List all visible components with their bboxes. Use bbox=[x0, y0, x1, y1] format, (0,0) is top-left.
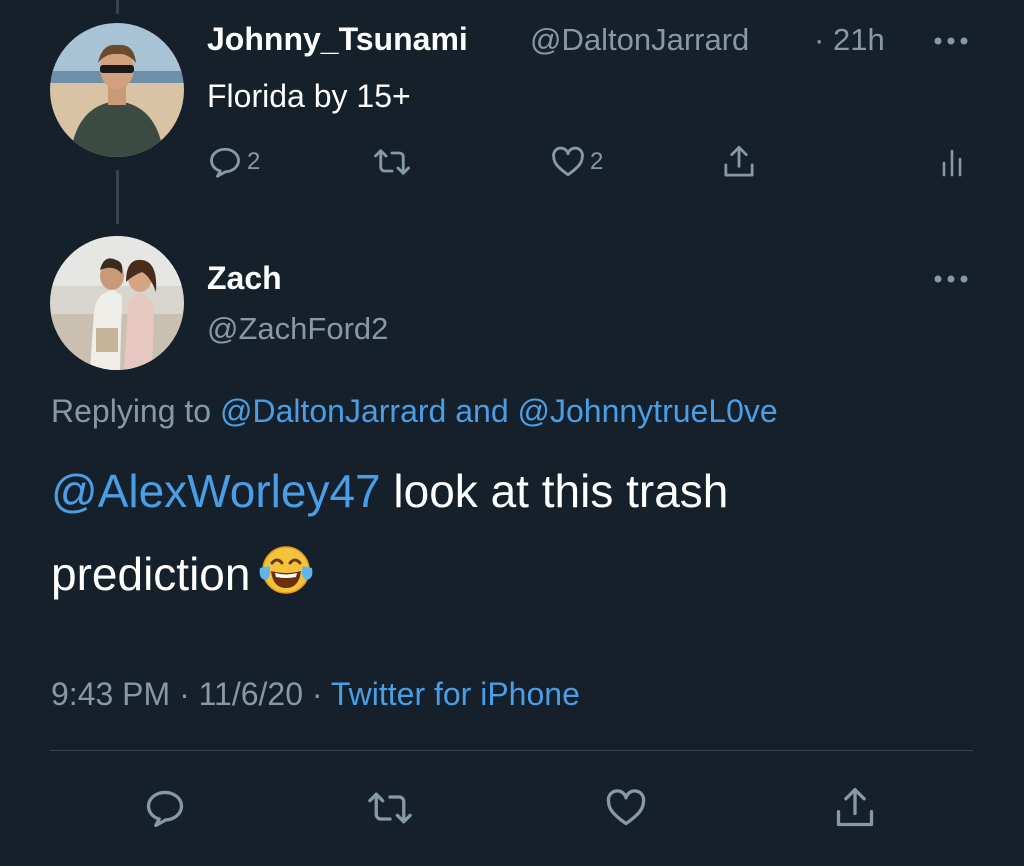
parent-reply-button[interactable]: 2 bbox=[207, 144, 260, 180]
tweet-meta-line: 9:43 PM · 11/6/20 · Twitter for iPhone bbox=[51, 676, 580, 713]
tears-of-joy-emoji-icon bbox=[258, 544, 314, 607]
parent-time-ago[interactable]: 21h bbox=[833, 22, 885, 58]
main-display-name[interactable]: Zach bbox=[207, 260, 282, 297]
replying-to-user-2[interactable]: @JohnnytrueL0ve bbox=[518, 393, 778, 429]
main-reply-button[interactable] bbox=[143, 786, 187, 830]
parent-display-name[interactable]: Johnny_Tsunami bbox=[207, 21, 468, 58]
main-more-icon[interactable] bbox=[933, 272, 969, 290]
tweet-thread: Johnny_Tsunami @DaltonJarrard · 21h Flor… bbox=[0, 0, 1024, 866]
main-tweet-line-1: @AlexWorley47 look at this trash bbox=[51, 464, 728, 518]
tweet-time[interactable]: 9:43 PM bbox=[51, 676, 170, 712]
parent-meta-separator: · bbox=[814, 22, 825, 57]
tweet-meta-sep-2: · bbox=[311, 676, 323, 712]
thread-line-middle bbox=[116, 170, 119, 224]
tweet-source[interactable]: Twitter for iPhone bbox=[331, 676, 580, 712]
parent-more-icon[interactable] bbox=[933, 34, 969, 52]
action-bar-divider bbox=[50, 750, 973, 751]
mention-link[interactable]: @AlexWorley47 bbox=[51, 465, 381, 517]
main-handle[interactable]: @ZachFord2 bbox=[207, 311, 388, 347]
tweet-meta-sep-1: · bbox=[179, 676, 190, 712]
retweet-icon bbox=[368, 792, 412, 824]
share-icon bbox=[724, 145, 754, 177]
main-share-button[interactable] bbox=[833, 784, 877, 832]
replying-to-and[interactable]: and bbox=[455, 393, 508, 429]
parent-handle[interactable]: @DaltonJarrard bbox=[530, 22, 749, 58]
retweet-icon bbox=[374, 149, 410, 175]
replying-to-prefix: Replying to bbox=[51, 393, 212, 429]
main-avatar[interactable] bbox=[50, 236, 184, 370]
parent-retweet-button[interactable] bbox=[372, 144, 412, 180]
replying-to-user-1[interactable]: @DaltonJarrard bbox=[220, 393, 446, 429]
heart-icon bbox=[552, 146, 584, 177]
parent-tweet-text: Florida by 15+ bbox=[207, 78, 411, 114]
main-retweet-button[interactable] bbox=[366, 786, 414, 830]
parent-reply-count: 2 bbox=[247, 148, 261, 175]
reply-icon bbox=[146, 790, 184, 828]
share-icon bbox=[836, 788, 874, 827]
parent-analytics-button[interactable] bbox=[940, 145, 966, 181]
analytics-icon bbox=[942, 149, 962, 177]
tweet-date[interactable]: 11/6/20 bbox=[199, 676, 303, 712]
main-tweet-line-2: prediction bbox=[51, 544, 314, 607]
parent-share-button[interactable] bbox=[721, 143, 757, 181]
main-tweet-text-1: look at this trash bbox=[393, 465, 729, 517]
heart-icon bbox=[606, 789, 646, 826]
reply-icon bbox=[210, 147, 240, 178]
parent-like-count: 2 bbox=[590, 148, 604, 175]
replying-to-line: Replying to @DaltonJarrard and @Johnnytr… bbox=[51, 393, 778, 430]
thread-line-top bbox=[116, 0, 119, 14]
main-like-button[interactable] bbox=[603, 786, 649, 830]
parent-avatar[interactable] bbox=[50, 23, 184, 157]
main-tweet-text-2: prediction bbox=[51, 548, 251, 600]
parent-like-button[interactable]: 2 bbox=[550, 144, 603, 180]
